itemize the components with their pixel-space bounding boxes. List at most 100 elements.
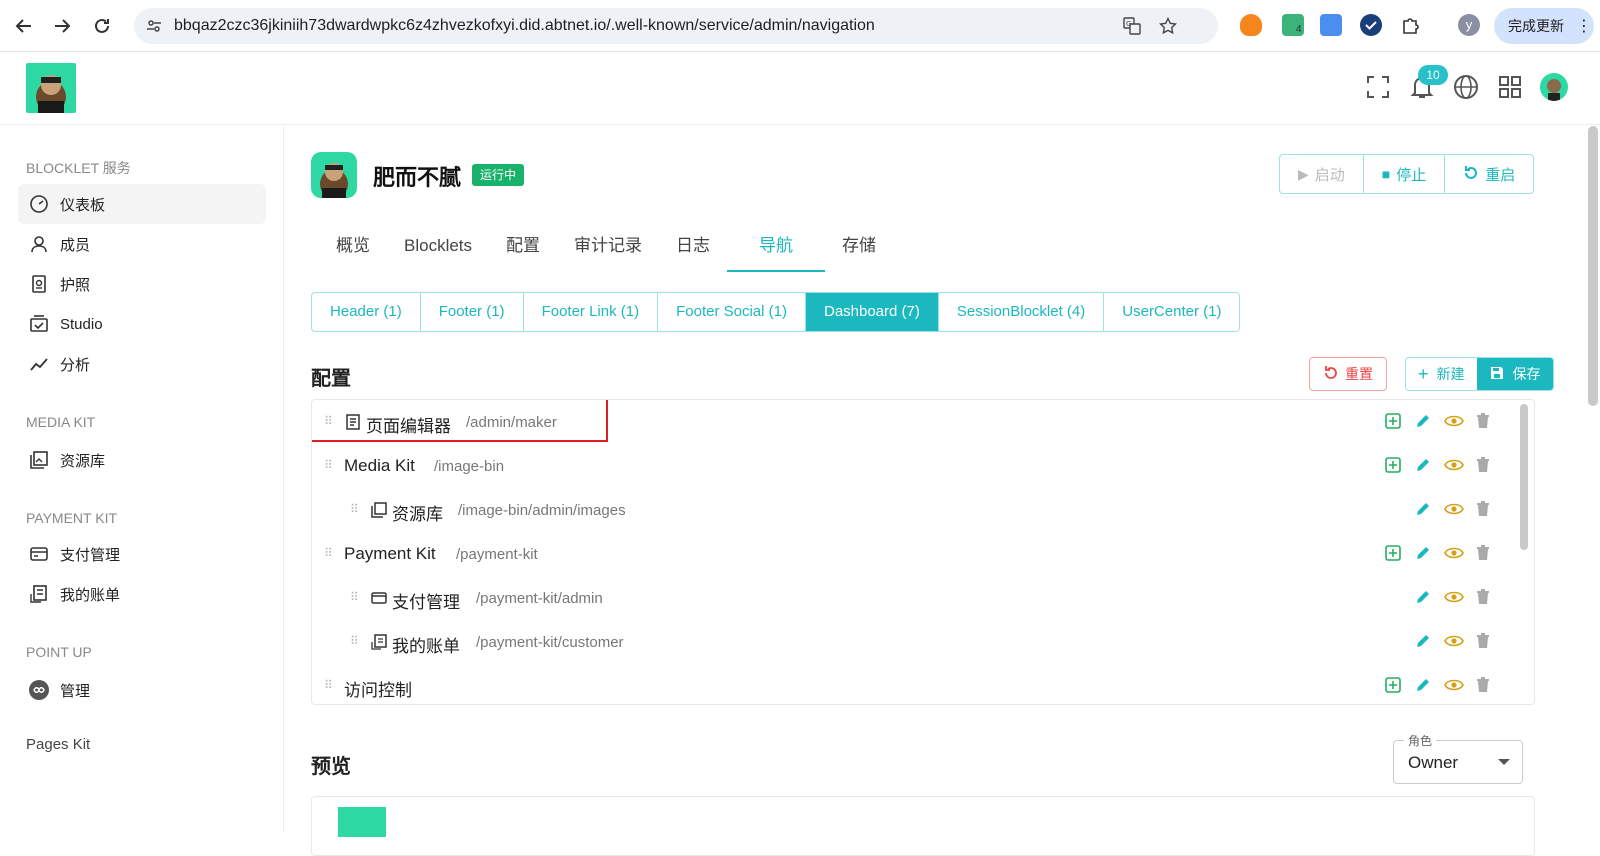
- extension-icon[interactable]: 4: [1282, 14, 1304, 36]
- subtab-user-center[interactable]: UserCenter (1): [1104, 293, 1239, 331]
- sidebar-item-billing[interactable]: 我的账单: [18, 574, 266, 614]
- edit-pencil-icon[interactable]: [1414, 500, 1434, 520]
- drag-handle-icon[interactable]: ⠿: [350, 590, 360, 606]
- new-button[interactable]: + 新建: [1406, 358, 1477, 390]
- delete-trash-icon[interactable]: [1474, 500, 1494, 520]
- sidebar-item-label: 支付管理: [60, 546, 121, 564]
- subtab-dashboard[interactable]: Dashboard (7): [805, 293, 939, 331]
- app-logo[interactable]: [26, 63, 76, 113]
- sidebar-item-analytics[interactable]: 分析: [18, 344, 266, 384]
- sidebar-item-payment[interactable]: 支付管理: [18, 534, 266, 574]
- reset-button[interactable]: 重置: [1309, 357, 1387, 391]
- tab-audit-log[interactable]: 审计记录: [557, 226, 659, 272]
- subtab-session-blocklet[interactable]: SessionBlocklet (4): [939, 293, 1105, 331]
- sidebar-item-library[interactable]: 资源库: [18, 440, 266, 480]
- back-icon[interactable]: [10, 12, 38, 40]
- globe-icon[interactable]: [1452, 73, 1480, 101]
- visibility-eye-icon[interactable]: [1444, 544, 1464, 564]
- tab-storage[interactable]: 存储: [825, 226, 893, 272]
- image-library-icon: [370, 501, 388, 519]
- sidebar-item-label: 成员: [60, 236, 91, 254]
- payment-card-icon: [370, 589, 388, 607]
- metamask-extension-icon[interactable]: [1240, 14, 1262, 36]
- delete-trash-icon[interactable]: [1474, 412, 1494, 432]
- edit-pencil-icon[interactable]: [1414, 412, 1434, 432]
- edit-pencil-icon[interactable]: [1414, 456, 1434, 476]
- delete-trash-icon[interactable]: [1474, 676, 1494, 696]
- list-item[interactable]: ⠿ 访问控制: [312, 664, 1516, 704]
- visibility-eye-icon[interactable]: [1444, 500, 1464, 520]
- subtab-footer-link[interactable]: Footer Link (1): [524, 293, 659, 331]
- list-item[interactable]: ⠿ 页面编辑器 /admin/maker: [312, 400, 1516, 444]
- tab-blocklets[interactable]: Blocklets: [387, 226, 489, 272]
- subtab-footer[interactable]: Footer (1): [421, 293, 524, 331]
- edit-pencil-icon[interactable]: [1414, 632, 1434, 652]
- sidebar-item-members[interactable]: 成员: [18, 224, 266, 264]
- drag-handle-icon[interactable]: ⠿: [324, 414, 334, 430]
- list-item[interactable]: ⠿ Media Kit /image-bin: [312, 444, 1516, 488]
- start-button[interactable]: ▶ 启动: [1280, 155, 1364, 193]
- save-button[interactable]: 保存: [1476, 358, 1553, 390]
- drag-handle-icon[interactable]: ⠿: [324, 458, 334, 474]
- subtab-footer-social[interactable]: Footer Social (1): [658, 293, 806, 331]
- edit-pencil-icon[interactable]: [1414, 588, 1434, 608]
- window-extension-icon[interactable]: [1320, 14, 1342, 36]
- pages-kit-link[interactable]: Pages Kit: [26, 736, 90, 753]
- list-scrollbar-thumb[interactable]: [1520, 404, 1528, 550]
- user-avatar[interactable]: [1540, 73, 1568, 101]
- tab-overview[interactable]: 概览: [319, 226, 387, 272]
- address-bar[interactable]: bbqaz2czc36jkiniih73dwardwpkc6z4zhvezkof…: [134, 8, 1218, 44]
- page-scrollbar[interactable]: [1588, 126, 1598, 406]
- subtab-header[interactable]: Header (1): [312, 293, 421, 331]
- sidebar-item-studio[interactable]: Studio: [18, 304, 266, 344]
- add-child-icon[interactable]: [1384, 676, 1404, 696]
- list-scrollbar[interactable]: [1520, 404, 1528, 700]
- role-select[interactable]: 角色 Owner: [1393, 732, 1523, 784]
- sidebar-item-passport[interactable]: 护照: [18, 264, 266, 304]
- drag-handle-icon[interactable]: ⠿: [324, 678, 334, 694]
- delete-trash-icon[interactable]: [1474, 588, 1494, 608]
- edit-pencil-icon[interactable]: [1414, 544, 1434, 564]
- forward-icon[interactable]: [48, 12, 76, 40]
- add-child-icon[interactable]: [1384, 544, 1404, 564]
- tab-navigation[interactable]: 导航: [727, 226, 826, 272]
- drag-handle-icon[interactable]: ⠿: [350, 502, 360, 518]
- sidebar-item-manage[interactable]: 管理: [18, 670, 266, 710]
- add-child-icon[interactable]: [1384, 412, 1404, 432]
- stop-button[interactable]: ■ 停止: [1364, 155, 1446, 193]
- visibility-eye-icon[interactable]: [1444, 412, 1464, 432]
- delete-trash-icon[interactable]: [1474, 456, 1494, 476]
- tab-logs[interactable]: 日志: [659, 226, 727, 272]
- profile-avatar[interactable]: y: [1458, 14, 1480, 36]
- puzzle-extensions-icon[interactable]: [1400, 14, 1422, 36]
- visibility-eye-icon[interactable]: [1444, 456, 1464, 476]
- drag-handle-icon[interactable]: ⠿: [350, 634, 360, 650]
- item-title: 页面编辑器: [366, 417, 451, 436]
- visibility-eye-icon[interactable]: [1444, 676, 1464, 696]
- list-item[interactable]: ⠿ 我的账单 /payment-kit/customer: [312, 620, 1516, 664]
- visibility-eye-icon[interactable]: [1444, 632, 1464, 652]
- list-item[interactable]: ⠿ 资源库 /image-bin/admin/images: [312, 488, 1516, 532]
- apps-grid-icon[interactable]: [1496, 73, 1524, 101]
- delete-trash-icon[interactable]: [1474, 632, 1494, 652]
- update-button[interactable]: 完成更新 ⋮: [1494, 8, 1594, 44]
- visibility-eye-icon[interactable]: [1444, 588, 1464, 608]
- edit-pencil-icon[interactable]: [1414, 676, 1434, 696]
- stop-label: 停止: [1396, 166, 1427, 184]
- add-child-icon[interactable]: [1384, 456, 1404, 476]
- more-vert-icon[interactable]: ⋮: [1576, 16, 1592, 36]
- delete-trash-icon[interactable]: [1474, 544, 1494, 564]
- list-item[interactable]: ⠿ Payment Kit /payment-kit: [312, 532, 1516, 576]
- reload-icon[interactable]: [88, 12, 116, 40]
- fullscreen-icon[interactable]: [1364, 73, 1392, 101]
- list-item[interactable]: ⠿ 支付管理 /payment-kit/admin: [312, 576, 1516, 620]
- translate-icon[interactable]: G: [1122, 16, 1142, 36]
- drag-handle-icon[interactable]: ⠿: [324, 546, 334, 562]
- sidebar-item-dashboard[interactable]: 仪表板: [18, 184, 266, 224]
- restart-button[interactable]: 重启: [1445, 155, 1533, 193]
- bookmark-star-icon[interactable]: [1158, 16, 1178, 36]
- config-heading: 配置: [311, 368, 351, 390]
- check-extension-icon[interactable]: [1360, 14, 1382, 36]
- tab-config[interactable]: 配置: [489, 226, 557, 272]
- site-settings-icon[interactable]: [144, 16, 164, 36]
